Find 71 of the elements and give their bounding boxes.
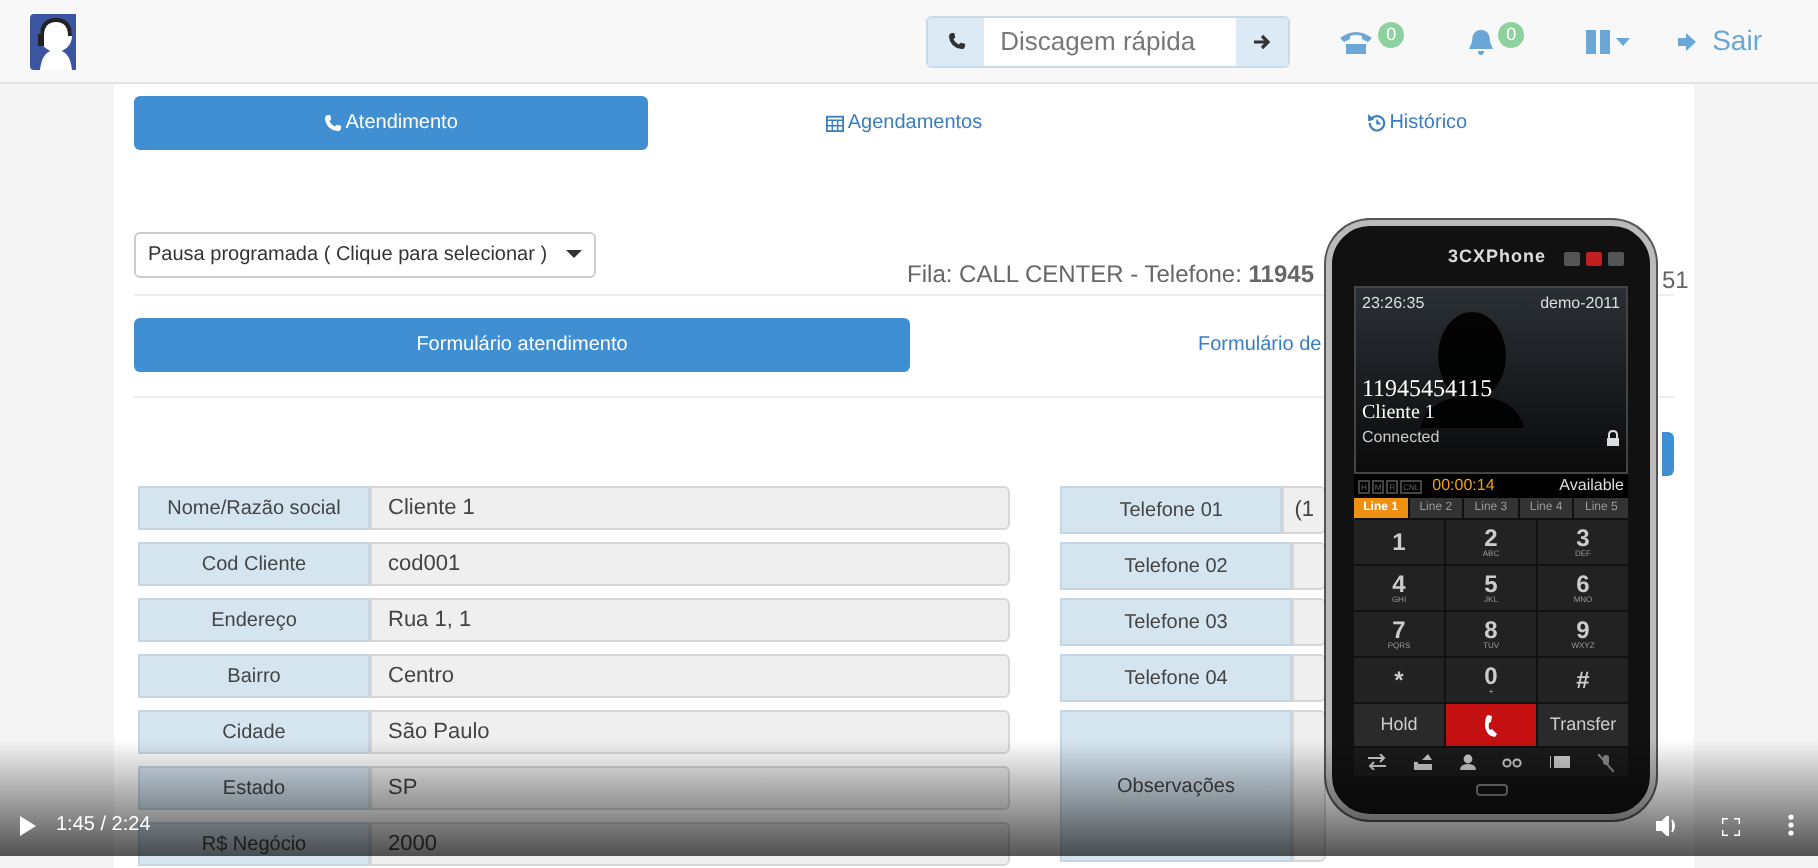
phone-icon: [323, 114, 342, 132]
keypad-key[interactable]: 1: [1354, 520, 1444, 564]
calendar-icon: [825, 114, 844, 132]
input-field[interactable]: [1292, 710, 1326, 862]
account-name: demo-2011: [1540, 292, 1620, 316]
input-field[interactable]: Cliente 1: [370, 486, 1010, 530]
fullscreen-icon[interactable]: [1722, 818, 1740, 836]
tab[interactable]: Agendamentos: [817, 96, 991, 150]
input-field[interactable]: Centro: [370, 654, 1010, 698]
field-label: Estado: [138, 766, 370, 810]
field-label: Cidade: [138, 710, 370, 754]
keypad-key[interactable]: #: [1538, 658, 1628, 702]
field-label: Endereço: [138, 598, 370, 642]
caret-icon: [566, 250, 582, 260]
close-button[interactable]: [1608, 251, 1624, 265]
keypad-key[interactable]: *: [1354, 658, 1444, 702]
tab[interactable]: Histórico: [1359, 96, 1476, 150]
action-button[interactable]: [1662, 432, 1674, 476]
muted-mic-icon[interactable]: [1598, 753, 1615, 771]
caller-number: 11945454115: [1362, 376, 1495, 402]
input-field[interactable]: [1292, 598, 1326, 646]
history-icon: [1367, 114, 1386, 132]
field-label: Cod Cliente: [138, 542, 370, 586]
swap-arrows-icon[interactable]: [1367, 754, 1386, 770]
clock-time: 23:26:35: [1362, 292, 1425, 316]
field-label: Telefone 01: [1060, 486, 1283, 534]
input-field[interactable]: Rua 1, 1: [370, 598, 1010, 642]
queue-info: Fila: CALL CENTER - Telefone: 11945: [907, 258, 1314, 292]
minimize-button[interactable]: [1586, 251, 1602, 265]
transfer-button[interactable]: Transfer: [1538, 704, 1628, 746]
share-arrow-icon[interactable]: [1413, 754, 1432, 770]
input-field[interactable]: São Paulo: [370, 710, 1010, 754]
home-button[interactable]: [1475, 784, 1507, 796]
count-badge: 0: [1498, 21, 1525, 49]
caller-name: Cliente 1: [1362, 402, 1437, 426]
field-label: Telefone 04: [1060, 654, 1292, 702]
count-badge: 0: [1378, 21, 1405, 49]
input-field[interactable]: SP: [370, 766, 1010, 810]
hold-button[interactable]: Hold: [1354, 704, 1444, 746]
quick-dial-field[interactable]: Discagem rápida: [926, 15, 1291, 67]
phone-icon: [1482, 713, 1500, 737]
field-label: Bairro: [138, 654, 370, 698]
input-field[interactable]: Discagem rápida: [984, 17, 1237, 65]
person-icon[interactable]: [1459, 754, 1476, 770]
presence-status: Available: [1559, 474, 1624, 498]
hangup-button[interactable]: [1446, 704, 1536, 746]
arrow-right-icon[interactable]: [1236, 17, 1289, 65]
lock-icon: [1606, 430, 1620, 446]
queue-info-tail: 51: [1662, 264, 1689, 298]
call-duration: 00:00:14: [1432, 474, 1495, 498]
phone-icon: [928, 17, 985, 65]
sign-out-icon: [1676, 29, 1701, 53]
envelope-icon[interactable]: [1550, 754, 1571, 770]
pause-dropdown[interactable]: Pausa programada ( Clique para selecionar ): [134, 232, 596, 278]
form-tab[interactable]: Formulário de: [1198, 330, 1322, 360]
input-field[interactable]: [1292, 654, 1326, 702]
field-label: Telefone 03: [1060, 598, 1292, 646]
field-label: Nome/Razão social: [138, 486, 370, 530]
voicemail-icon[interactable]: [1502, 757, 1523, 767]
field-label: Observações: [1060, 710, 1292, 862]
call-state: Connected: [1362, 426, 1440, 450]
play-icon[interactable]: [20, 816, 36, 836]
playback-time: 1:45 / 2:24: [56, 816, 151, 836]
input-field[interactable]: [1292, 542, 1326, 590]
input-field[interactable]: (1: [1282, 486, 1326, 534]
field-label: Telefone 02: [1060, 542, 1292, 590]
volume-icon[interactable]: [1656, 816, 1678, 836]
more-options-icon[interactable]: [1788, 814, 1794, 836]
settings-icon[interactable]: [1564, 251, 1580, 265]
input-field[interactable]: cod001: [370, 542, 1010, 586]
softphone-title: 3CXPhone: [1447, 244, 1546, 271]
